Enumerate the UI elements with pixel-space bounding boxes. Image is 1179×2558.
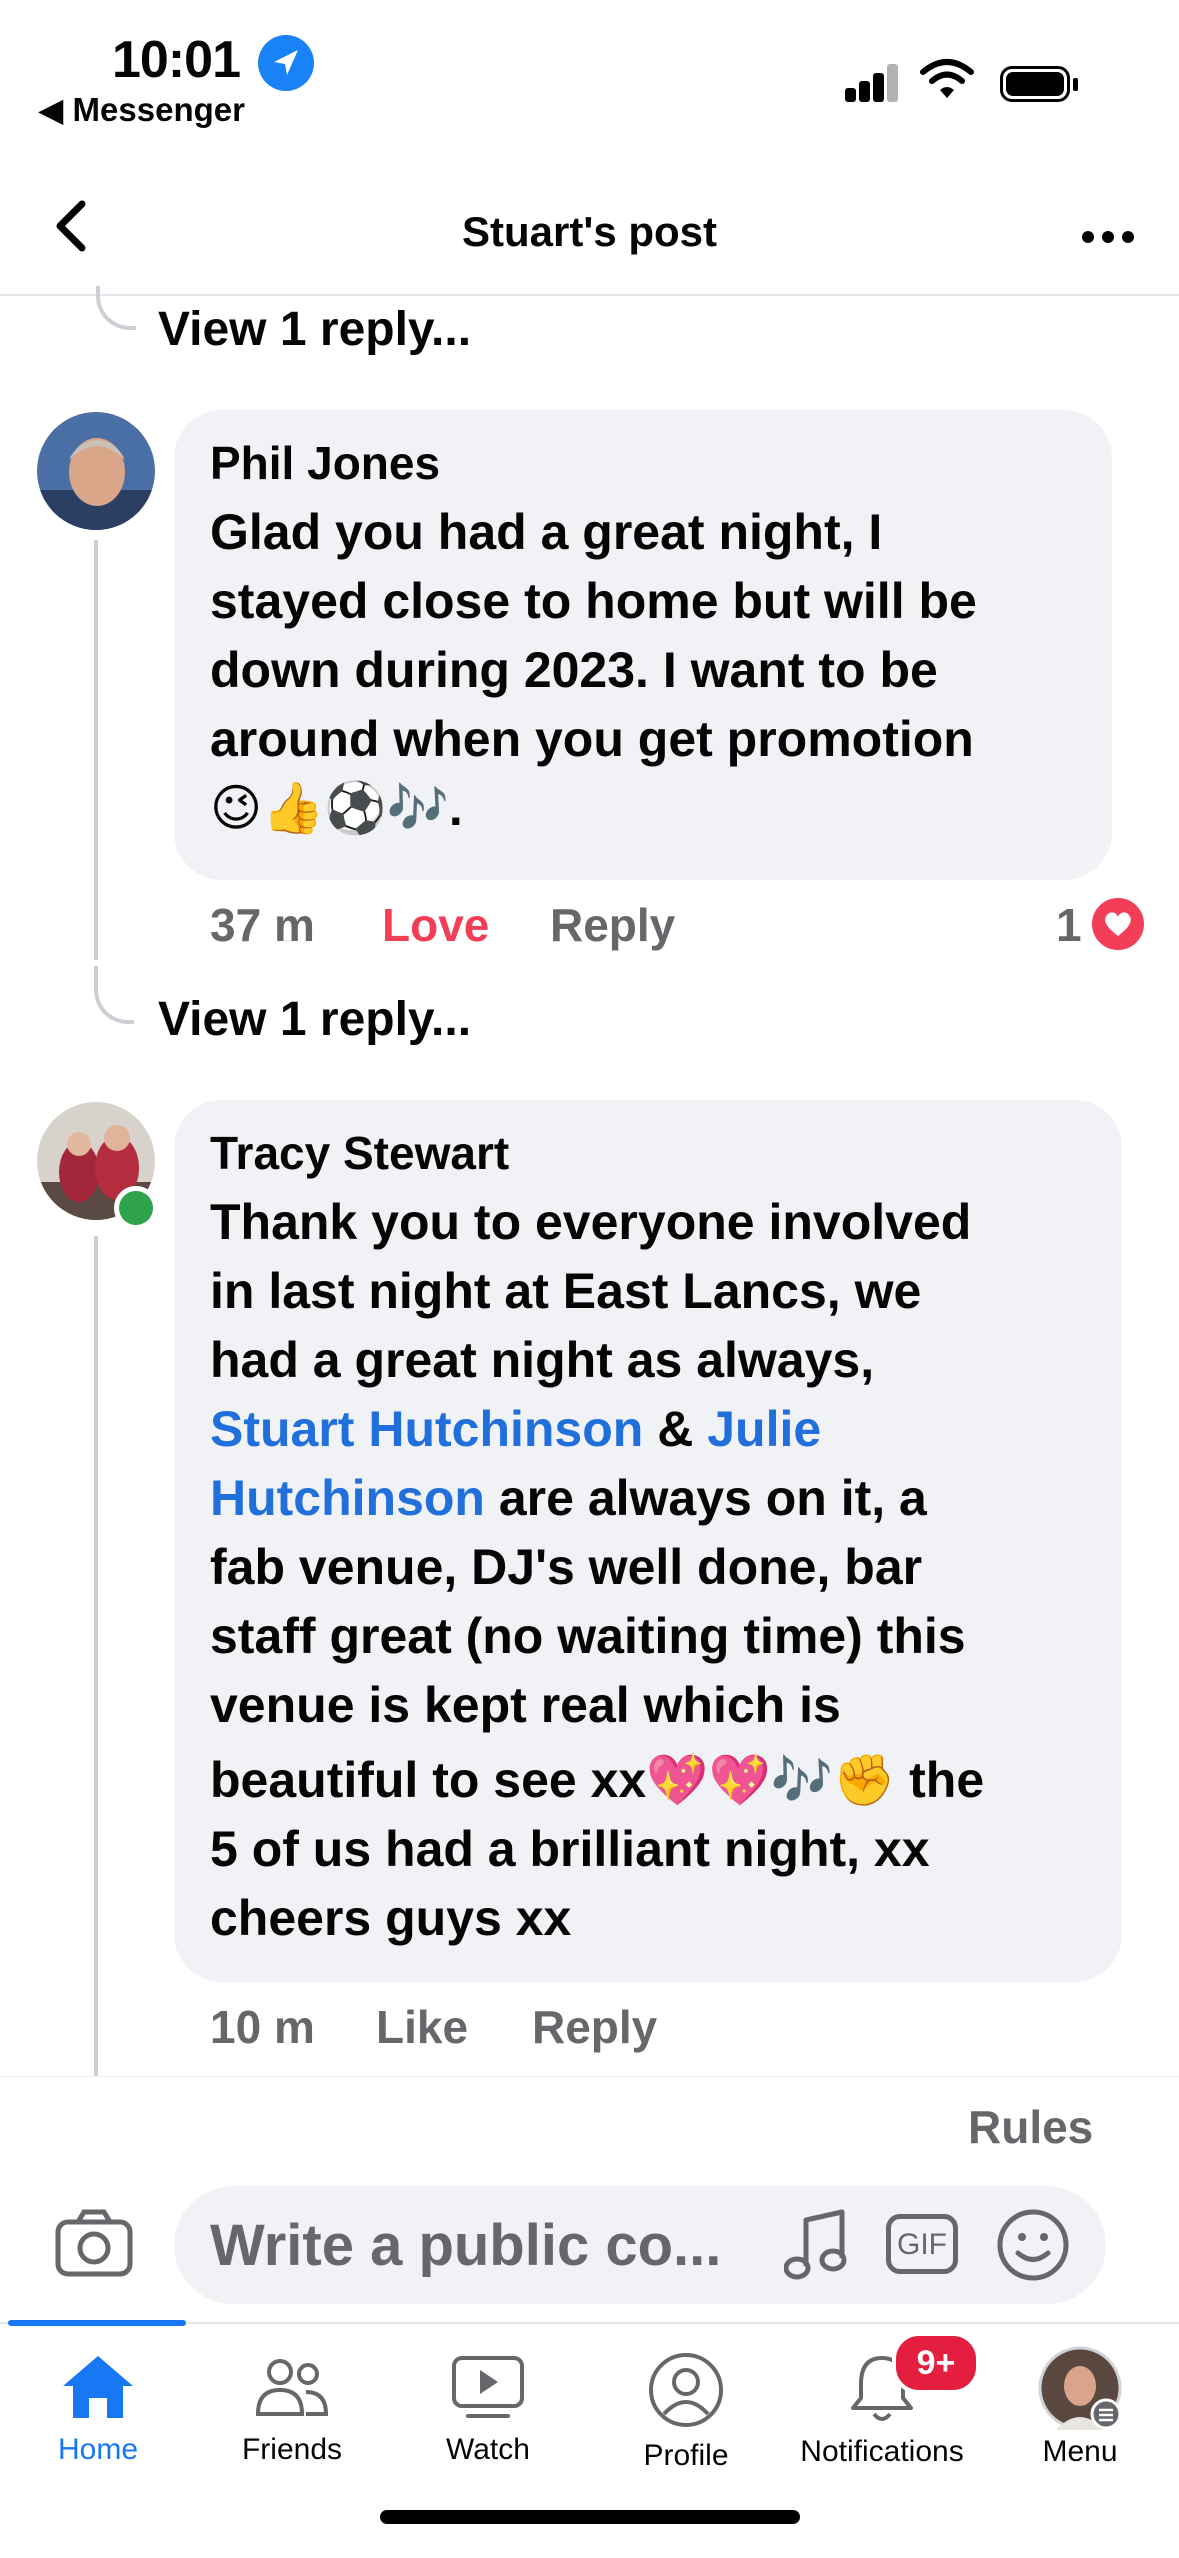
reply-button[interactable]: Reply: [532, 2000, 657, 2054]
comment-timestamp: 10 m: [210, 2001, 315, 2053]
thread-connector: [96, 286, 136, 330]
thread-line: [94, 540, 98, 960]
back-to-messenger[interactable]: ◀ Messenger: [38, 90, 245, 129]
camera-icon[interactable]: [54, 2208, 134, 2283]
comment-input-placeholder[interactable]: Write a public co...: [210, 2212, 721, 2279]
location-arrow-icon: [258, 35, 314, 91]
view-replies-link[interactable]: View 1 reply...: [158, 302, 471, 357]
friends-icon: [252, 2359, 332, 2426]
cellular-signal-icon: [845, 62, 898, 102]
tab-label: Menu: [1042, 2435, 1118, 2468]
notifications-badge: 9+: [892, 2332, 980, 2394]
battery-icon: [1000, 66, 1078, 102]
gif-label: GIF: [897, 2228, 947, 2261]
status-time: 10:01: [112, 31, 241, 89]
home-icon: [61, 2356, 135, 2426]
tab-label: Friends: [241, 2433, 343, 2466]
comment-text: Glad you had a great night, I stayed clo…: [210, 504, 977, 836]
thread-line: [94, 1236, 98, 2076]
watch-video-icon: [448, 2356, 528, 2426]
tab-label: Notifications: [800, 2435, 964, 2468]
tab-profile[interactable]: Profile: [588, 2352, 784, 2473]
gif-button[interactable]: GIF: [886, 2214, 958, 2274]
home-indicator: [380, 2510, 800, 2524]
tab-label: Home: [57, 2433, 139, 2466]
mention-link[interactable]: Hutchinson: [210, 1470, 485, 1526]
love-reaction-button[interactable]: Love: [382, 898, 489, 952]
reaction-count[interactable]: 1: [1056, 898, 1082, 952]
music-note-icon[interactable]: [783, 2208, 850, 2289]
comment-author[interactable]: Tracy Stewart: [210, 1126, 509, 1180]
bell-icon: [847, 2356, 917, 2428]
tab-watch[interactable]: Watch: [390, 2352, 586, 2467]
page-title: Stuart's post: [461, 208, 717, 255]
rules-link[interactable]: Rules: [968, 2100, 1093, 2154]
like-button[interactable]: Like: [376, 2000, 468, 2054]
tab-label: Watch: [446, 2433, 530, 2466]
chevron-left-icon[interactable]: [50, 198, 94, 264]
reply-button[interactable]: Reply: [550, 898, 675, 952]
online-status-dot: [114, 1186, 158, 1230]
tab-friends[interactable]: Friends: [194, 2352, 390, 2467]
menu-avatar-icon: [1038, 2346, 1122, 2430]
emoji-smile-icon[interactable]: [996, 2208, 1070, 2287]
avatar[interactable]: [37, 412, 155, 530]
wifi-icon: [920, 58, 974, 105]
love-heart-icon: [1088, 894, 1148, 954]
active-tab-indicator: [8, 2320, 186, 2326]
comment-author[interactable]: Phil Jones: [210, 436, 440, 490]
mention-link[interactable]: Julie: [707, 1401, 821, 1457]
tab-label: Profile: [643, 2439, 729, 2472]
tab-home[interactable]: Home: [0, 2352, 196, 2467]
more-horizontal-icon[interactable]: [1080, 200, 1136, 260]
thread-connector: [94, 966, 134, 1024]
view-replies-link[interactable]: View 1 reply...: [158, 992, 471, 1047]
mention-link[interactable]: Stuart Hutchinson: [210, 1401, 643, 1457]
comment-text: Thank you to everyone involved in last n…: [210, 1194, 985, 1946]
comment-timestamp: 37 m: [210, 899, 315, 951]
tab-menu[interactable]: Menu: [982, 2346, 1178, 2469]
profile-icon: [646, 2353, 726, 2432]
